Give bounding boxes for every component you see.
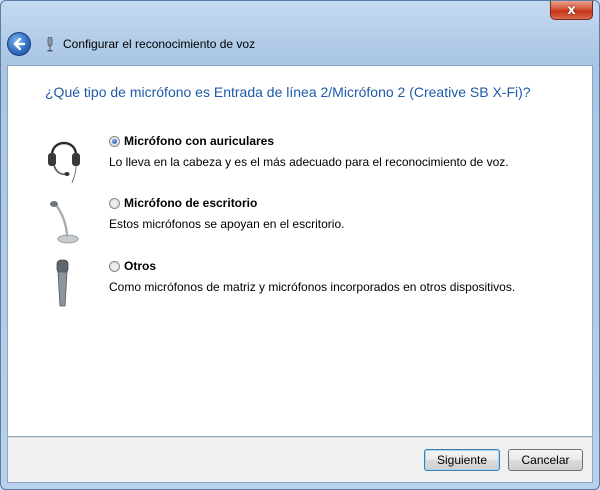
radio-desktop[interactable] <box>109 198 120 209</box>
option-description: Como micrófonos de matriz y micrófonos i… <box>109 280 516 294</box>
close-button[interactable]: x <box>550 1 593 20</box>
navigation-bar: Configurar el reconocimiento de voz <box>7 31 593 57</box>
page-question: ¿Qué tipo de micrófono es Entrada de lín… <box>45 84 531 100</box>
content-panel: ¿Qué tipo de micrófono es Entrada de lín… <box>7 65 593 437</box>
option-label: Otros <box>124 259 157 273</box>
close-icon: x <box>567 2 576 18</box>
option-description: Estos micrófonos se apoyan en el escrito… <box>109 217 345 231</box>
option-desktop[interactable]: Micrófono de escritorio Estos micrófonos… <box>8 195 594 251</box>
handheld-microphone-icon <box>46 258 82 310</box>
wizard-title: Configurar el reconocimiento de voz <box>63 37 256 51</box>
cancel-button[interactable]: Cancelar <box>508 449 583 471</box>
microphone-icon <box>45 36 55 52</box>
option-other[interactable]: Otros Como micrófonos de matriz y micróf… <box>8 258 594 314</box>
option-label: Micrófono con auriculares <box>124 134 275 148</box>
option-description: Lo lleva en la cabeza y es el más adecua… <box>109 155 509 169</box>
radio-headset[interactable] <box>109 136 120 147</box>
desktop-microphone-icon <box>46 195 82 247</box>
wizard-window: x Configurar el reconocimiento de voz ¿Q… <box>0 0 600 490</box>
back-arrow-icon <box>13 37 26 51</box>
next-button[interactable]: Siguiente <box>424 449 500 471</box>
back-button[interactable] <box>7 32 31 56</box>
radio-other[interactable] <box>109 261 120 272</box>
button-bar: Siguiente Cancelar <box>7 437 593 483</box>
headset-microphone-icon <box>46 133 82 185</box>
option-label: Micrófono de escritorio <box>124 196 258 210</box>
option-headset[interactable]: Micrófono con auriculares Lo lleva en la… <box>8 133 594 189</box>
